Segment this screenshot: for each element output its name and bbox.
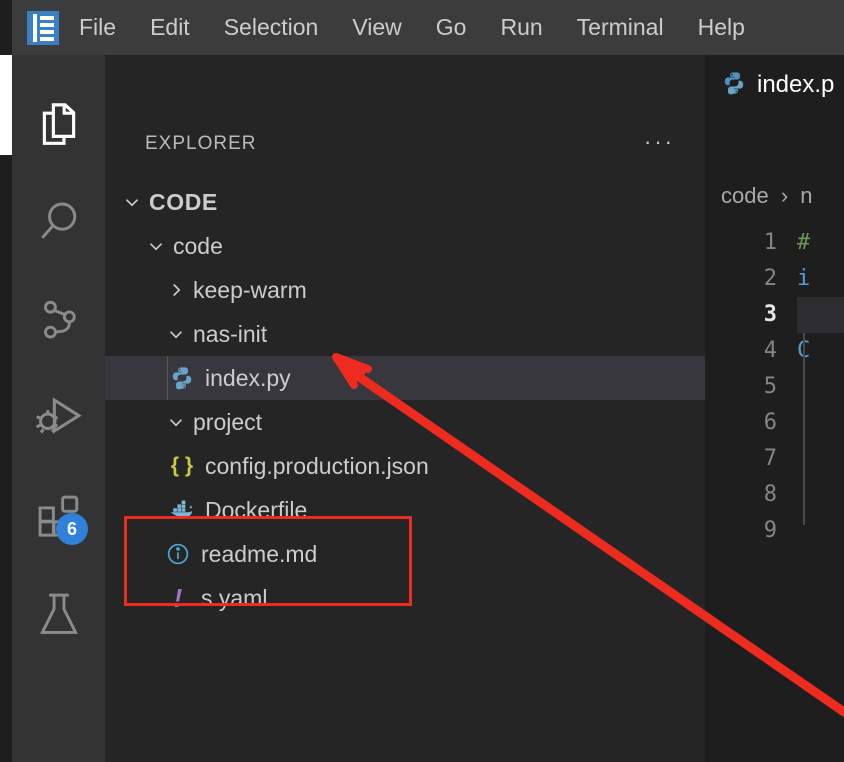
- tree-item-label: index.py: [205, 364, 291, 391]
- tree-item-label: code: [173, 232, 223, 259]
- breadcrumb-part-folder[interactable]: n: [800, 183, 812, 208]
- chevron-right-icon: ›: [780, 183, 789, 208]
- tree-item-code[interactable]: code: [105, 224, 705, 268]
- tree-item-label: config.production.json: [205, 452, 429, 479]
- file-tree: CODE code keep-warm nas-init index.py pr…: [105, 180, 705, 620]
- activity-bar: 6: [12, 55, 105, 762]
- explorer-sidebar: EXPLORER ··· CODE code keep-warm nas-ini…: [105, 55, 705, 762]
- tree-item-dockerfile[interactable]: Dockerfile: [105, 488, 705, 532]
- activitybar-item-extensions[interactable]: 6: [12, 467, 105, 565]
- code-line: #: [797, 230, 811, 255]
- menu-bar: File Edit Selection View Go Run Terminal…: [12, 0, 844, 55]
- menu-item-edit[interactable]: Edit: [136, 10, 204, 45]
- editor-tab-bar: index.p: [705, 55, 844, 115]
- activitybar-item-testing[interactable]: [12, 565, 105, 663]
- tree-item-s-yaml[interactable]: ! s.yaml: [105, 576, 705, 620]
- python-icon: [167, 365, 197, 391]
- activitybar-item-run-and-debug[interactable]: [12, 369, 105, 467]
- source-control-icon: [32, 293, 86, 347]
- editor-tab-title[interactable]: index.p: [757, 71, 834, 99]
- menu-item-go[interactable]: Go: [422, 10, 481, 45]
- line-number: 2: [763, 266, 777, 291]
- line-number: 7: [763, 446, 777, 471]
- tree-item-label: CODE: [149, 188, 218, 215]
- page-background-strip: [0, 55, 12, 155]
- chevron-down-icon[interactable]: [143, 233, 169, 259]
- line-number: 5: [763, 374, 777, 399]
- line-number: 1: [763, 230, 777, 255]
- tree-item-label: readme.md: [201, 540, 318, 567]
- menu-item-selection[interactable]: Selection: [210, 10, 333, 45]
- tree-item-readme-md[interactable]: readme.md: [105, 532, 705, 576]
- tree-item-label: s.yaml: [201, 584, 268, 611]
- vscode-logo-icon[interactable]: [27, 10, 59, 45]
- menu-item-terminal[interactable]: Terminal: [563, 10, 678, 45]
- run-debug-icon: [31, 390, 87, 446]
- breadcrumb[interactable]: code › n: [721, 183, 813, 209]
- activitybar-item-explorer[interactable]: [12, 75, 105, 173]
- files-icon: [32, 97, 86, 151]
- tree-item-label: keep-warm: [193, 276, 307, 303]
- menu-item-file[interactable]: File: [65, 10, 130, 45]
- chevron-right-icon[interactable]: [163, 277, 189, 303]
- menu-item-help[interactable]: Help: [684, 10, 759, 45]
- menu-item-run[interactable]: Run: [486, 10, 556, 45]
- tree-item-config-production-json[interactable]: { } config.production.json: [105, 444, 705, 488]
- line-number-gutter: 1 2 3 4 5 6 7 8 9: [705, 225, 791, 549]
- search-icon: [32, 195, 86, 249]
- editor-area: index.p code › n 1 2 3 4 5 6 7 8 9 # i C: [705, 55, 844, 762]
- line-number: 9: [763, 518, 777, 543]
- line-number: 8: [763, 482, 777, 507]
- code-line: [797, 297, 844, 333]
- line-number: 6: [763, 410, 777, 435]
- python-icon: [721, 70, 747, 101]
- tree-item-project[interactable]: project: [105, 400, 705, 444]
- tree-item-label: project: [193, 408, 263, 435]
- chevron-down-icon[interactable]: [163, 409, 189, 435]
- activitybar-item-source-control[interactable]: [12, 271, 105, 369]
- tree-item-keep-warm[interactable]: keep-warm: [105, 268, 705, 312]
- explorer-title: EXPLORER: [145, 133, 257, 154]
- line-number: 3: [763, 302, 777, 327]
- beaker-icon: [32, 587, 86, 641]
- chevron-down-icon[interactable]: [119, 189, 145, 215]
- indent-guide: [167, 356, 168, 400]
- breadcrumb-part-code[interactable]: code: [721, 183, 769, 208]
- tree-item-code-root[interactable]: CODE: [105, 180, 705, 224]
- code-line: i: [797, 266, 811, 291]
- menu-item-view[interactable]: View: [338, 10, 415, 45]
- tree-item-label: Dockerfile: [205, 496, 308, 523]
- json-icon: { }: [170, 454, 194, 477]
- code-indent-guide: [803, 333, 805, 525]
- more-actions-icon[interactable]: ···: [644, 131, 675, 153]
- yaml-bang-icon: !: [173, 582, 183, 613]
- info-icon: [163, 541, 193, 567]
- tree-item-nas-init[interactable]: nas-init: [105, 312, 705, 356]
- docker-icon: [167, 497, 197, 523]
- vscode-window: File Edit Selection View Go Run Terminal…: [0, 0, 844, 762]
- tree-item-label: nas-init: [193, 320, 268, 347]
- activitybar-item-search[interactable]: [12, 173, 105, 271]
- line-number: 4: [763, 338, 777, 363]
- extensions-badge: 6: [56, 513, 88, 545]
- tree-item-index-py[interactable]: index.py: [105, 356, 705, 400]
- chevron-down-icon[interactable]: [163, 321, 189, 347]
